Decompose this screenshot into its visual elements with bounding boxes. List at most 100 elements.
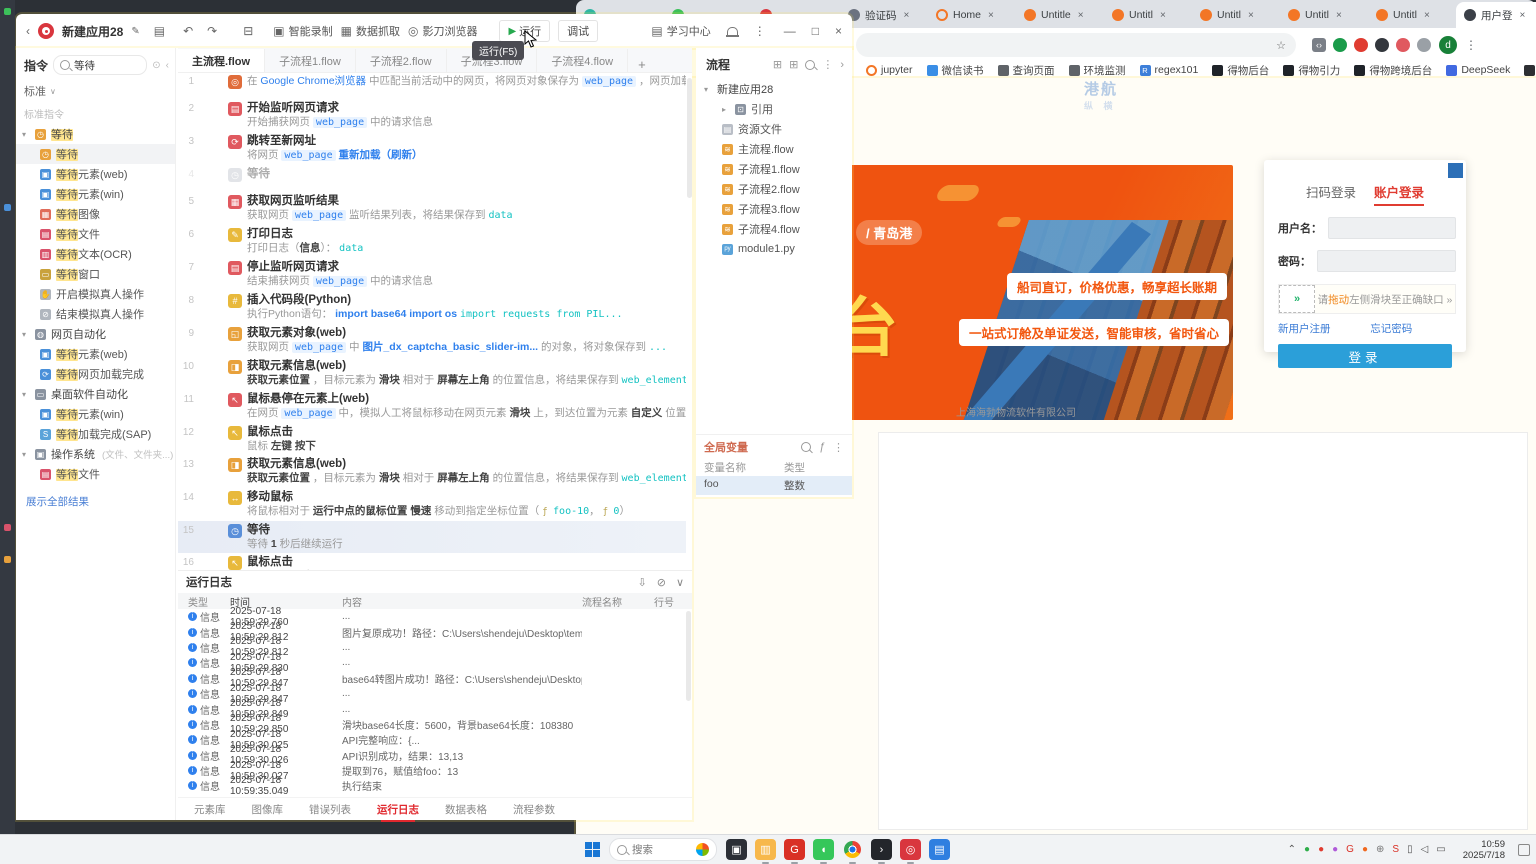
maximize-icon[interactable]: □ bbox=[812, 24, 819, 38]
bookmark-ChatGPT[interactable]: ChatGPT bbox=[1524, 64, 1536, 76]
sidebar-group[interactable]: ▾▣操作系统(文件、文件夹...) bbox=[16, 444, 175, 464]
green-extension-icon[interactable] bbox=[1333, 38, 1347, 52]
sidebar-item-等待[interactable]: ◷等待 bbox=[16, 144, 175, 164]
tab-close-icon[interactable]: × bbox=[1520, 10, 1526, 21]
bookmark-regex101[interactable]: Rregex101 bbox=[1140, 64, 1199, 76]
sidebar-group[interactable]: ▾▭桌面软件自动化 bbox=[16, 384, 175, 404]
tray-chevron-icon[interactable]: ⌃ bbox=[1288, 844, 1296, 855]
tab-close-icon[interactable]: × bbox=[1424, 10, 1430, 21]
tab-主流程.flow[interactable]: 主流程.flow bbox=[178, 49, 265, 72]
flow-step-1[interactable]: 1◎在 Google Chrome浏览器 中匹配当前活动中的网页，将网页对象保存… bbox=[178, 72, 686, 99]
command-search-input[interactable]: 等待 bbox=[53, 55, 147, 75]
flow-more-icon[interactable]: ⋮ bbox=[822, 58, 833, 71]
flow-step-14[interactable]: 14↔移动鼠标将鼠标相对于 运行中点的鼠标位置 慢速 移动到指定坐标位置（ fo… bbox=[178, 488, 686, 521]
sidebar-item-等待元素(web)[interactable]: ▣等待元素(web) bbox=[16, 344, 175, 364]
show-all-results-link[interactable]: 展示全部结果 bbox=[16, 484, 175, 509]
flow-step-7[interactable]: 7▤停止监听网页请求结束捕获网页 web_page 中的请求信息 bbox=[178, 258, 686, 291]
password-field[interactable] bbox=[1317, 250, 1456, 272]
flow-tree-item-子流程2.flow[interactable]: ≋子流程2.flow bbox=[696, 179, 852, 199]
box-extension-icon[interactable] bbox=[1417, 38, 1431, 52]
flow-step-6[interactable]: 6✎打印日志打印日志（信息）： data bbox=[178, 225, 686, 258]
save-icon[interactable]: ▤ bbox=[154, 24, 165, 38]
edit-name-icon[interactable]: ✎ bbox=[131, 26, 139, 37]
taskbar-search[interactable]: 搜索 bbox=[609, 838, 717, 861]
filter-icon[interactable]: ⊙ bbox=[152, 60, 160, 71]
clear-log-icon[interactable]: ⊘ bbox=[657, 576, 666, 589]
sidebar-item-等待元素(web)[interactable]: ▣等待元素(web) bbox=[16, 164, 175, 184]
browser-tab-Untitl[interactable]: Untitl× bbox=[1104, 2, 1192, 28]
flow-step-5[interactable]: 5▦获取网页监听结果获取网页 web_page 监听结果列表，将结果保存到 da… bbox=[178, 192, 686, 225]
flow-step-13[interactable]: 13◨获取元素信息(web)获取元素位置 ，目标元素为 滑块 相对于 屏幕左上角… bbox=[178, 455, 686, 488]
minimize-icon[interactable]: — bbox=[784, 24, 796, 38]
flow-tree-root[interactable]: ▾新建应用28 bbox=[696, 79, 852, 99]
tray-battery-icon[interactable]: ▭ bbox=[1436, 844, 1445, 855]
taskbar-clock[interactable]: 10:59 2025/7/18 bbox=[1463, 839, 1509, 861]
flow-tree-item-资源文件[interactable]: ▤资源文件 bbox=[696, 119, 852, 139]
bookmark-jupyter[interactable]: jupyter bbox=[866, 64, 913, 76]
new-file-icon[interactable]: ⊞ bbox=[789, 58, 798, 71]
export-log-icon[interactable]: ⇩ bbox=[638, 576, 647, 589]
bookmark-得物后台[interactable]: 得物后台 bbox=[1212, 63, 1269, 78]
flow-step-2[interactable]: 2▤开始监听网页请求开始捕获网页 web_page 中的请求信息 bbox=[178, 99, 686, 132]
undo-icon[interactable]: ↶ bbox=[183, 24, 193, 38]
editor-scrollbar[interactable] bbox=[687, 78, 692, 198]
sidebar-item-等待窗口[interactable]: ▭等待窗口 bbox=[16, 264, 175, 284]
bookmark-得物引力[interactable]: 得物引力 bbox=[1283, 63, 1340, 78]
collapse-panel-icon[interactable]: › bbox=[840, 59, 844, 71]
pig-extension-icon[interactable] bbox=[1396, 38, 1410, 52]
flow-step-12[interactable]: 12↖鼠标点击鼠标 左键 按下 bbox=[178, 423, 686, 455]
sidebar-item-等待文件[interactable]: ▤等待文件 bbox=[16, 224, 175, 244]
log-row[interactable]: i信息2025-07-18 10:59:35.049执行结束 bbox=[178, 778, 692, 793]
flow-tree-item-子流程1.flow[interactable]: ≋子流程1.flow bbox=[696, 159, 852, 179]
bottom-tab-数据表格[interactable]: 数据表格 bbox=[445, 802, 487, 817]
data-scrape-button[interactable]: ▦数据抓取 bbox=[341, 23, 400, 39]
sidebar-item-结束模拟真人操作[interactable]: ⊘结束模拟真人操作 bbox=[16, 304, 175, 324]
register-link[interactable]: 新用户注册 bbox=[1278, 321, 1331, 336]
flow-step-9[interactable]: 9◱获取元素对象(web)获取网页 web_page 中 图片_dx_captc… bbox=[178, 324, 686, 357]
browser-tab-Untitl[interactable]: Untitl× bbox=[1280, 2, 1368, 28]
vars-more-icon[interactable]: ⋮ bbox=[833, 441, 844, 454]
tab-scan-login[interactable]: 扫码登录 bbox=[1306, 182, 1356, 206]
redo-icon[interactable]: ↷ bbox=[207, 24, 217, 38]
tray-pin-icon[interactable]: ● bbox=[1318, 844, 1324, 855]
flow-tree-item-子流程3.flow[interactable]: ≋子流程3.flow bbox=[696, 199, 852, 219]
tab-子流程4.flow[interactable]: 子流程4.flow bbox=[537, 49, 628, 72]
devtools-extension-icon[interactable]: ‹› bbox=[1312, 38, 1326, 52]
notification-center-icon[interactable] bbox=[1518, 844, 1530, 856]
flow-step-8[interactable]: 8#插入代码段(Python)执行Python语句： import base64… bbox=[178, 291, 686, 324]
task-view-icon[interactable]: ▣ bbox=[726, 839, 747, 860]
sidebar-item-等待元素(win)[interactable]: ▣等待元素(win) bbox=[16, 184, 175, 204]
var-row-foo[interactable]: foo整数 bbox=[696, 476, 852, 495]
tray-phone-icon[interactable]: ▯ bbox=[1407, 844, 1413, 855]
dark-extension-icon[interactable] bbox=[1375, 38, 1389, 52]
flow-tree-item-引用[interactable]: ▸⊡引用 bbox=[696, 99, 852, 119]
browser-tab-Untitl[interactable]: Untitl× bbox=[1368, 2, 1456, 28]
flow-step-16[interactable]: 16↖鼠标点击鼠标 左键 弹起 bbox=[178, 553, 686, 570]
bookmark-环境监测[interactable]: 环境监测 bbox=[1069, 63, 1126, 78]
login-button[interactable]: 登录 bbox=[1278, 344, 1452, 368]
bottom-tab-图像库[interactable]: 图像库 bbox=[252, 802, 284, 817]
sidebar-item-等待加载完成(SAP)[interactable]: S等待加载完成(SAP) bbox=[16, 424, 175, 444]
chrome-icon[interactable] bbox=[842, 839, 863, 860]
sidebar-item-等待文件[interactable]: ▤等待文件 bbox=[16, 464, 175, 484]
layout-icon[interactable]: ⊟ bbox=[243, 24, 253, 38]
tab-子流程2.flow[interactable]: 子流程2.flow bbox=[356, 49, 447, 72]
bottom-tab-错误列表[interactable]: 错误列表 bbox=[309, 802, 351, 817]
sidebar-item-等待元素(win)[interactable]: ▣等待元素(win) bbox=[16, 404, 175, 424]
tray-g-icon[interactable]: G bbox=[1346, 844, 1354, 855]
tab-close-icon[interactable]: × bbox=[904, 10, 910, 21]
browser-menu-icon[interactable]: ⋮ bbox=[1465, 38, 1477, 52]
browser-tab-用户登[interactable]: 用户登× bbox=[1456, 2, 1536, 28]
smart-record-button[interactable]: ▣智能录制 bbox=[273, 23, 332, 39]
tray-purple-icon[interactable]: ● bbox=[1332, 844, 1338, 855]
learn-center-button[interactable]: ▤学习中心 bbox=[651, 23, 710, 39]
log-scrollbar[interactable] bbox=[686, 611, 691, 701]
photos-icon[interactable]: ▤ bbox=[929, 839, 950, 860]
browser-tab-Untitle[interactable]: Untitle× bbox=[1016, 2, 1104, 28]
bottom-tab-流程参数[interactable]: 流程参数 bbox=[513, 802, 555, 817]
tray-s-icon[interactable]: S bbox=[1392, 844, 1399, 855]
search-flow-icon[interactable] bbox=[805, 60, 815, 70]
star-icon[interactable]: ☆ bbox=[1276, 39, 1286, 52]
bookmark-得物跨境后台[interactable]: 得物跨境后台 bbox=[1354, 63, 1432, 78]
browser-tab-Untitl[interactable]: Untitl× bbox=[1192, 2, 1280, 28]
